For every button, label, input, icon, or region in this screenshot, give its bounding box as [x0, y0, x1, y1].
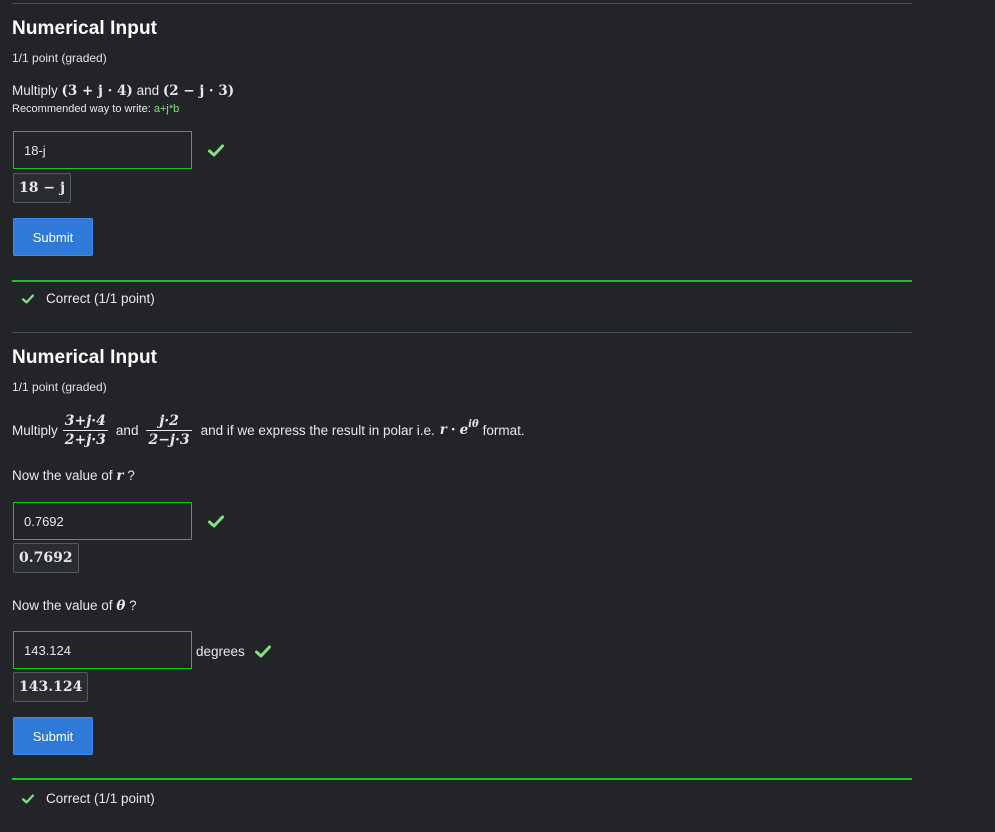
submit-button[interactable]: Submit [13, 218, 93, 256]
success-divider [12, 778, 912, 780]
subquestion-r-label: Now the value of r ? [12, 468, 135, 484]
answer-input-theta[interactable]: 143.124 [13, 631, 192, 669]
units-label: degrees [196, 644, 245, 659]
problem-title: Numerical Input [12, 347, 158, 368]
feedback-message: Correct (1/1 point) [22, 291, 155, 306]
answer-preview-r: 0.7692 [13, 543, 79, 573]
answer-input[interactable]: 18-j [13, 131, 192, 169]
math-expression: (2 − j · 3) [162, 83, 235, 99]
format-hint: Recommended way to write: a+j*b [12, 103, 180, 115]
answer-preview: 18 − j [13, 173, 72, 203]
submit-button[interactable]: Submit [13, 717, 93, 755]
check-icon [255, 645, 271, 658]
problem-points: 1/1 point (graded) [12, 380, 107, 394]
check-icon [22, 794, 34, 803]
check-icon [208, 144, 224, 157]
fraction-2: j·2 2−j·3 [146, 412, 192, 448]
check-icon [22, 294, 34, 303]
success-divider [12, 280, 912, 282]
problem-title: Numerical Input [12, 18, 158, 39]
feedback-message: Correct (1/1 point) [22, 791, 155, 806]
top-divider [12, 3, 912, 4]
answer-input-r[interactable]: 0.7692 [13, 502, 192, 540]
hint-code: a+j*b [153, 103, 180, 115]
fraction-1: 3+j·4 2+j·3 [62, 412, 108, 448]
check-icon [208, 515, 224, 528]
problem-question: Multiply 3+j·4 2+j·3 and j·2 2−j·3 and i… [12, 412, 525, 448]
section-divider [12, 332, 912, 333]
subquestion-theta-label: Now the value of θ ? [12, 598, 137, 614]
problem-points: 1/1 point (graded) [12, 51, 107, 65]
answer-preview-theta: 143.124 [13, 672, 89, 702]
problem-question: Multiply (3 + j · 4) and (2 − j · 3) [12, 83, 235, 99]
math-expression: (3 + j · 4) [61, 83, 133, 99]
